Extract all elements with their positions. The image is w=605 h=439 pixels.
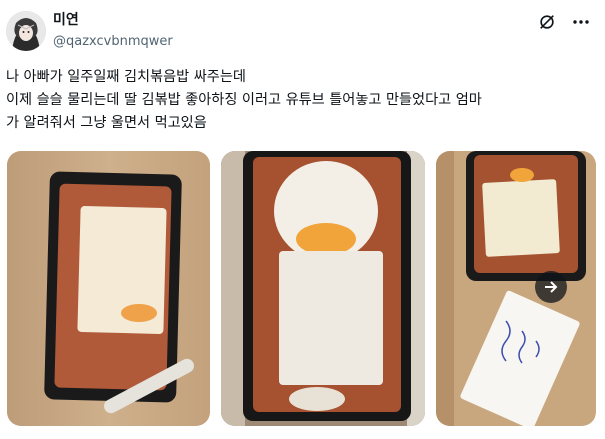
author-handle[interactable]: @qazxcvbnmqwer	[53, 33, 173, 50]
food-photo-3[interactable]	[436, 151, 596, 426]
grok-icon[interactable]	[537, 12, 557, 32]
more-icon[interactable]	[571, 12, 591, 32]
food-photo-1[interactable]	[7, 151, 210, 426]
avatar[interactable]	[6, 11, 46, 51]
food-photo-2[interactable]	[221, 151, 425, 426]
arrow-right-icon	[545, 281, 558, 293]
carousel-next-button[interactable]	[535, 271, 567, 303]
tweet-text: 나 아빠가 일주일째 김치볶음밥 싸주는데 이제 슬슬 물리는데 딸 김볶밥 좋…	[6, 69, 482, 131]
author-display-name[interactable]: 미연	[53, 11, 79, 29]
